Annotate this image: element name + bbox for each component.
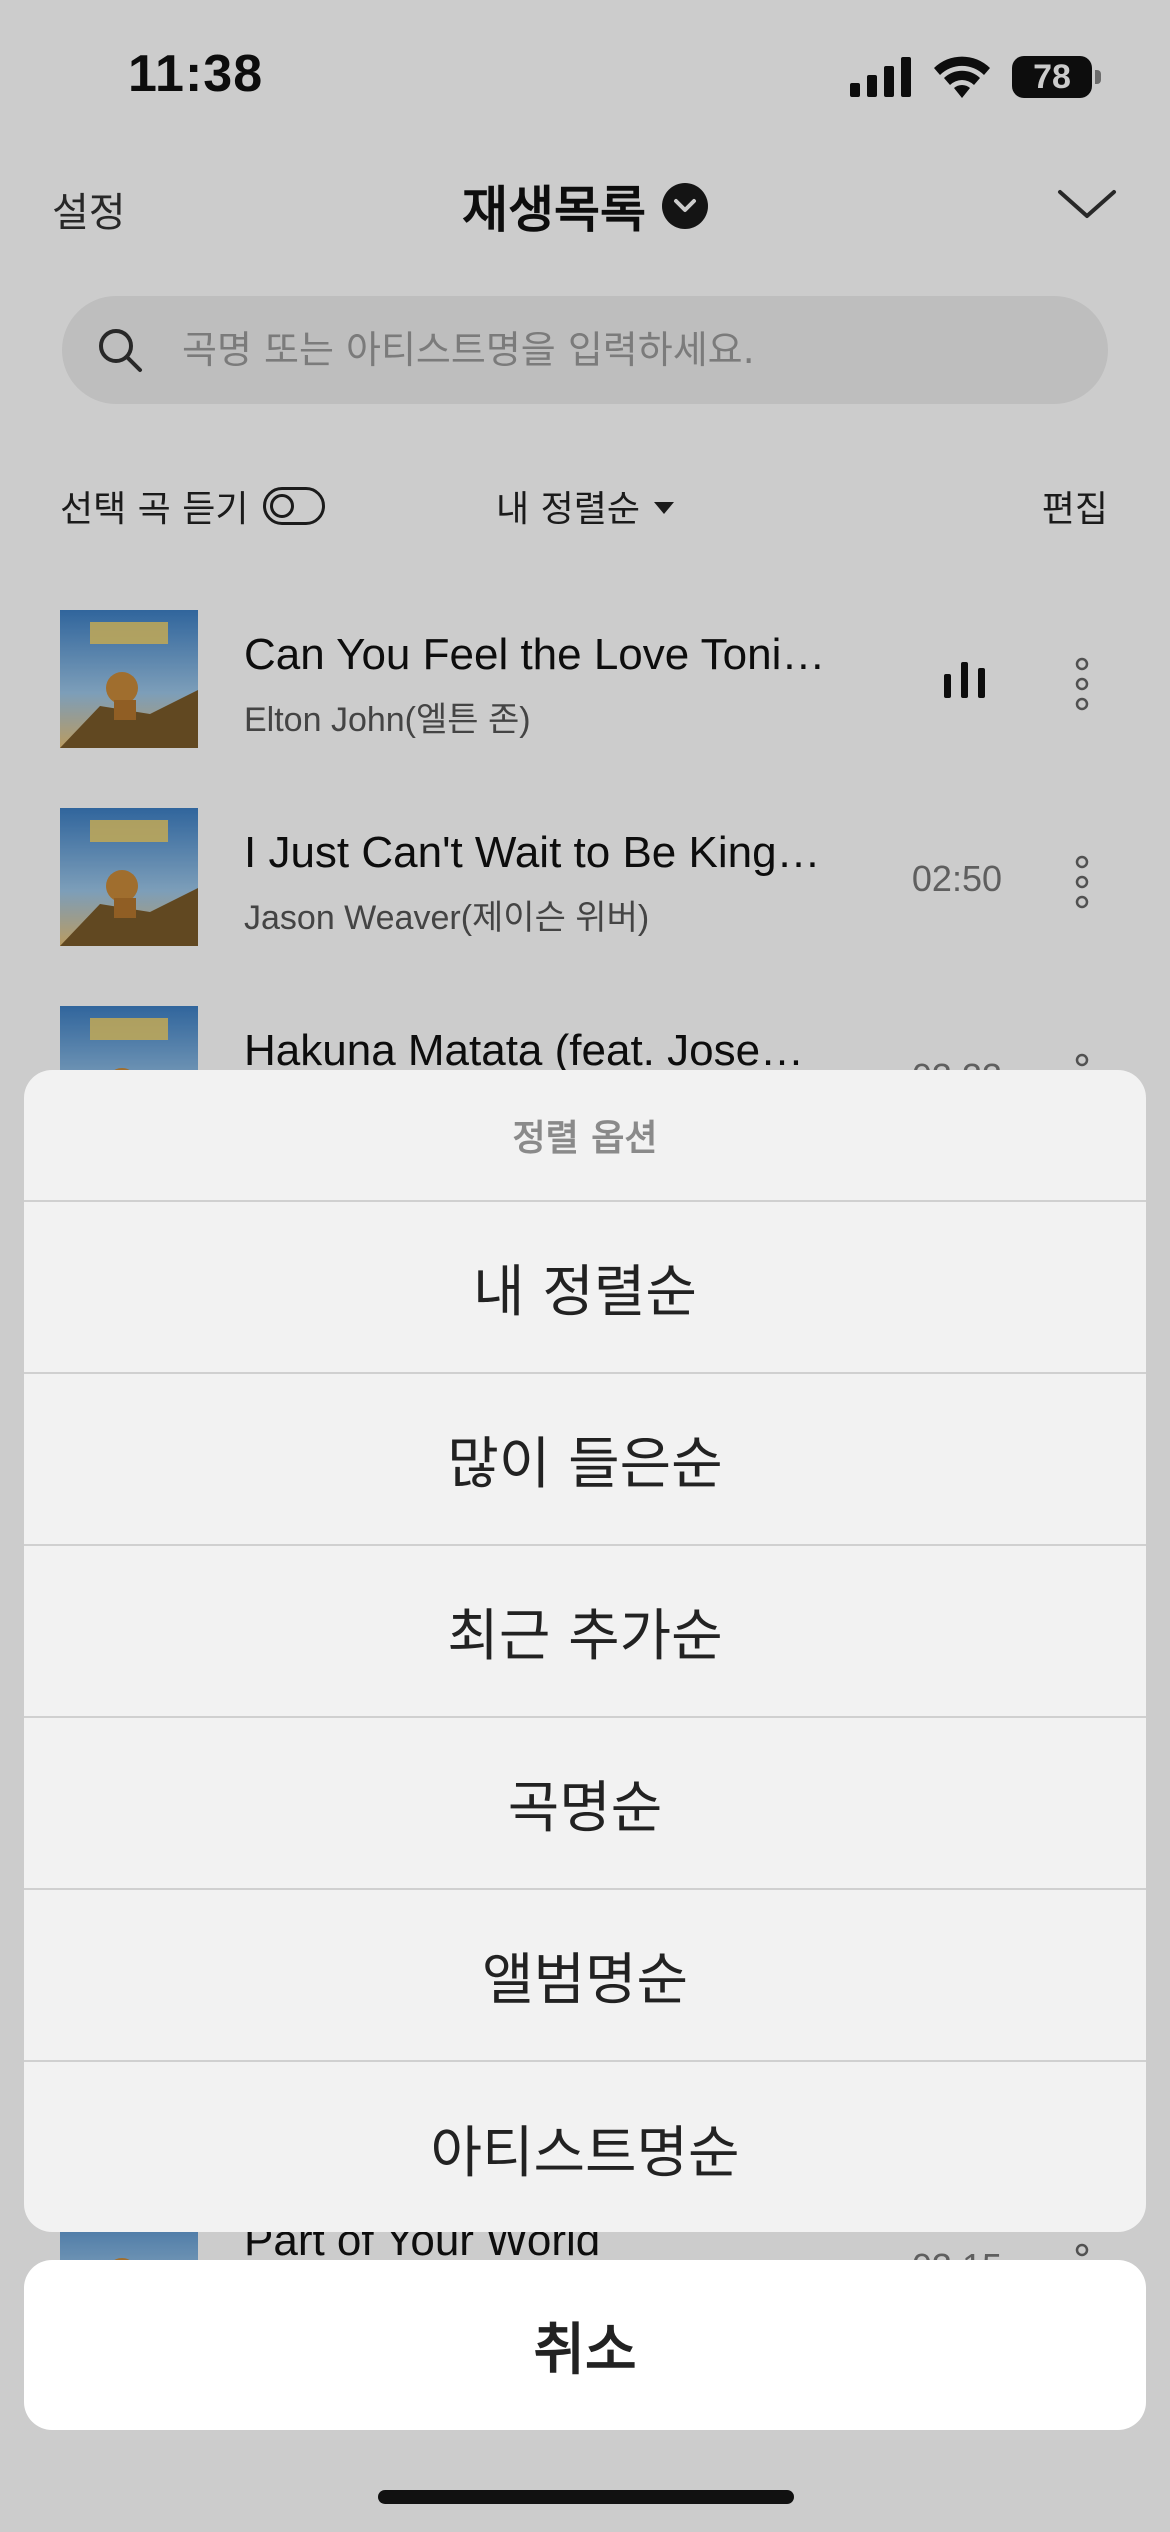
cancel-button[interactable]: 취소 <box>24 2260 1146 2430</box>
sort-option-custom[interactable]: 내 정렬순 <box>24 1202 1146 1374</box>
home-indicator <box>378 2490 794 2504</box>
sort-option-recently-added[interactable]: 최근 추가순 <box>24 1546 1146 1718</box>
sort-options-sheet: 정렬 옵션 내 정렬순 많이 들은순 최근 추가순 곡명순 앨범명순 아티스트명… <box>24 1070 1146 2232</box>
sort-option-artist[interactable]: 아티스트명순 <box>24 2062 1146 2232</box>
sort-option-title[interactable]: 곡명순 <box>24 1718 1146 1890</box>
sort-option-album[interactable]: 앨범명순 <box>24 1890 1146 2062</box>
sort-option-most-played[interactable]: 많이 들은순 <box>24 1374 1146 1546</box>
sheet-title: 정렬 옵션 <box>24 1070 1146 1202</box>
